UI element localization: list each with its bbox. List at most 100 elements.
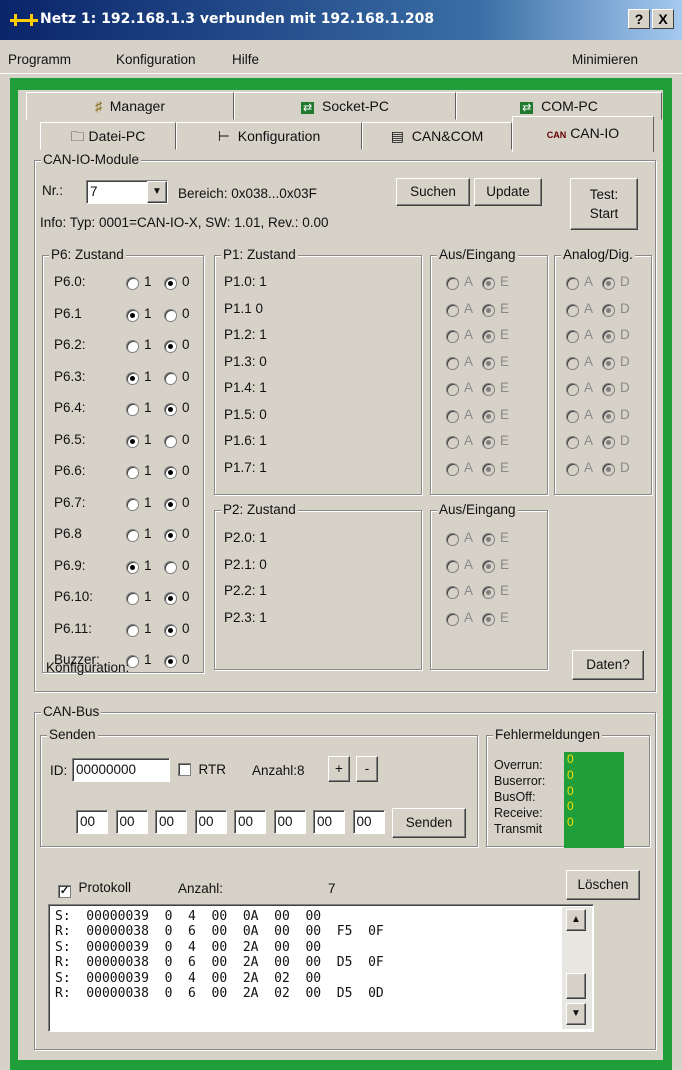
rtr-label: RTR xyxy=(198,762,227,777)
radio-one[interactable] xyxy=(126,592,139,605)
d-label: D xyxy=(620,380,630,395)
radio-zero[interactable] xyxy=(164,529,177,542)
test-start-button[interactable]: Test: Start xyxy=(570,178,638,230)
radio-one[interactable] xyxy=(126,497,139,511)
menu-konfiguration[interactable]: Konfiguration xyxy=(116,52,196,67)
tab-socket-pc[interactable]: ⇄ Socket-PC xyxy=(234,92,456,120)
data-byte-input[interactable]: 00 xyxy=(313,810,345,834)
id-input[interactable]: 00000000 xyxy=(72,758,170,782)
tab-can-com[interactable]: ▤ CAN&COM xyxy=(362,122,512,150)
data-byte-input[interactable]: 00 xyxy=(352,810,385,834)
group-label: P2: Zustand xyxy=(221,502,298,517)
p2-row: P2.2: 1 xyxy=(224,583,267,598)
chevron-down-icon[interactable]: ▼ xyxy=(147,181,167,203)
radio-one[interactable] xyxy=(126,434,139,448)
data-byte-input[interactable]: 00 xyxy=(76,810,108,834)
radio-e xyxy=(482,533,495,546)
radio-one[interactable] xyxy=(126,466,139,479)
plus-button[interactable]: + xyxy=(328,756,350,782)
log-line: R: 00000038 0 6 00 2A 02 00 D5 0D xyxy=(55,986,384,1002)
radio-one[interactable] xyxy=(126,277,139,290)
data-byte-input[interactable]: 00 xyxy=(155,810,187,834)
protokoll-log[interactable]: S: 00000039 0 4 00 0A 00 00 R: 00000038 0… xyxy=(48,904,594,1032)
a-label: A xyxy=(584,274,594,289)
radio-zero[interactable] xyxy=(164,592,177,605)
data-byte-input[interactable]: 00 xyxy=(234,810,266,834)
radio-zero[interactable] xyxy=(164,560,177,574)
tab-label: Manager xyxy=(109,98,166,114)
p6-name: P6.7: xyxy=(54,494,86,510)
radio-a xyxy=(566,462,579,476)
test-label: Test: xyxy=(589,187,619,202)
scroll-down-icon[interactable]: ▼ xyxy=(566,1003,586,1025)
menu-hilfe[interactable]: Hilfe xyxy=(232,52,259,67)
radio-d xyxy=(602,277,615,290)
radio-a xyxy=(446,559,459,573)
scroll-up-icon[interactable]: ▲ xyxy=(566,909,586,931)
rtr-checkbox[interactable]: RTR xyxy=(178,762,226,777)
radio-zero[interactable] xyxy=(164,340,177,353)
update-button[interactable]: Update xyxy=(474,178,542,206)
minus-button[interactable]: - xyxy=(356,756,378,782)
tab-datei-pc[interactable]: 🗀 Datei-PC xyxy=(40,122,176,150)
radio-zero[interactable] xyxy=(164,434,177,448)
senden-button[interactable]: Senden xyxy=(392,808,466,838)
tab-konfiguration[interactable]: ⊢ Konfiguration xyxy=(176,122,362,150)
radio-a xyxy=(446,409,459,423)
close-button[interactable]: X xyxy=(652,9,674,29)
radio-e xyxy=(482,462,495,476)
radio-zero[interactable] xyxy=(164,623,177,637)
scroll-thumb[interactable] xyxy=(566,973,586,999)
help-button[interactable]: ? xyxy=(628,9,650,29)
checkbox-box[interactable] xyxy=(178,763,191,776)
e-label: E xyxy=(500,300,510,316)
radio-e xyxy=(482,356,495,370)
radio-zero[interactable] xyxy=(164,277,177,290)
one-label: 1 xyxy=(144,557,152,573)
menu-programm[interactable]: Programm xyxy=(8,52,71,67)
radio-zero[interactable] xyxy=(164,308,177,322)
radio-one[interactable] xyxy=(126,371,139,385)
data-byte-input[interactable]: 00 xyxy=(194,810,227,834)
p6-name: P6.1 xyxy=(54,305,82,321)
data-byte-input[interactable]: 00 xyxy=(273,810,306,834)
d-label: D xyxy=(620,433,630,448)
radio-one[interactable] xyxy=(126,560,139,574)
radio-one[interactable] xyxy=(126,529,139,542)
radio-zero[interactable] xyxy=(164,655,177,668)
menu-minimieren[interactable]: Minimieren xyxy=(572,52,638,67)
loeschen-button[interactable]: Löschen xyxy=(566,870,640,900)
one-label: 1 xyxy=(144,526,152,541)
group-label: Aus/Eingang xyxy=(437,247,518,262)
e-label: E xyxy=(500,433,510,448)
one-label: 1 xyxy=(144,620,152,636)
a-label: A xyxy=(464,609,474,625)
daten-button[interactable]: Daten? xyxy=(572,650,644,680)
checkbox-box[interactable]: ✓ xyxy=(58,885,71,898)
radio-zero[interactable] xyxy=(164,466,177,479)
radio-zero[interactable] xyxy=(164,403,177,416)
log-scrollbar[interactable]: ▲ ▼ xyxy=(562,907,592,1029)
p1-row: P1.7: 1 xyxy=(224,459,267,475)
radio-one[interactable] xyxy=(126,340,139,353)
p6-name: P6.8 xyxy=(54,526,82,541)
data-byte-input[interactable]: 00 xyxy=(115,810,148,834)
radio-one[interactable] xyxy=(126,403,139,416)
radio-zero[interactable] xyxy=(164,497,177,511)
title-bar: Netz 1: 192.168.1.3 verbunden mit 192.16… xyxy=(0,0,682,40)
tab-manager[interactable]: ♯ Manager xyxy=(26,92,234,120)
fehler-value: 0 xyxy=(567,752,574,766)
one-label: 1 xyxy=(144,652,152,667)
radio-one[interactable] xyxy=(126,623,139,637)
radio-e xyxy=(482,612,495,626)
log-line: S: 00000039 0 4 00 2A 00 00 xyxy=(55,939,322,955)
p1-row: P1.6: 1 xyxy=(224,433,267,448)
radio-e xyxy=(482,409,495,423)
protokoll-checkbox[interactable]: ✓ Protokoll xyxy=(58,880,131,898)
tab-can-io[interactable]: CAN CAN-IO xyxy=(512,116,654,152)
nr-select[interactable]: 7 ▼ xyxy=(86,180,168,204)
radio-zero[interactable] xyxy=(164,371,177,385)
e-label: E xyxy=(500,609,510,625)
radio-one[interactable] xyxy=(126,308,139,322)
suchen-button[interactable]: Suchen xyxy=(396,178,470,206)
